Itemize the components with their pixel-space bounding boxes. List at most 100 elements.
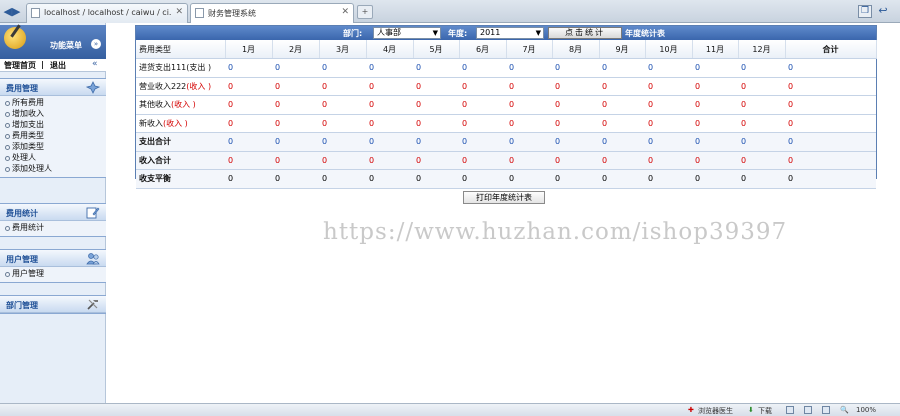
menu-group-title: 费用统计 <box>6 209 38 218</box>
sound-icon[interactable] <box>822 406 830 414</box>
value-cell: 0 <box>319 169 366 189</box>
value-cell: 0 <box>272 58 319 78</box>
browser-doctor-link[interactable]: 浏览器医生 <box>698 406 733 416</box>
column-header: 12月 <box>738 40 786 59</box>
menu-item-add-income[interactable]: 增加收入 <box>0 108 106 119</box>
collapse-menu-icon[interactable]: » <box>91 39 101 49</box>
menu-item-expense-types[interactable]: 费用类型 <box>0 130 106 141</box>
year-select[interactable]: 2011 ▼ <box>476 27 544 39</box>
browser-tab-title: localhost / localhost / caiwu / ci... <box>44 8 172 17</box>
browser-tab-localhost[interactable]: localhost / localhost / caiwu / ci... ✕ <box>26 3 188 23</box>
value-cell: 0 <box>225 132 272 152</box>
table-row: 进货支出111(支出 ) 0 0 0 0 0 0 0 0 0 0 0 0 0 <box>136 58 876 78</box>
value-cell: 0 <box>785 151 876 170</box>
download-link[interactable]: 下载 <box>758 406 772 416</box>
print-annual-table-button[interactable]: 打印年度统计表 <box>463 191 545 204</box>
new-tab-button[interactable]: + <box>357 5 373 19</box>
menu-item-all-expenses[interactable]: 所有费用 <box>0 97 106 108</box>
value-cell: 0 <box>225 95 272 115</box>
browser-tab-bar: ◀▶ localhost / localhost / caiwu / ci...… <box>0 0 900 23</box>
expense-manage-icon <box>86 81 100 94</box>
value-cell: 0 <box>552 169 599 189</box>
value-cell: 0 <box>692 169 738 189</box>
value-cell: 0 <box>599 169 645 189</box>
value-cell: 0 <box>552 132 599 152</box>
close-tab-icon[interactable]: ✕ <box>175 7 183 17</box>
menu-group-header[interactable]: 部门管理 <box>0 296 106 313</box>
column-header: 2月 <box>272 40 320 59</box>
value-cell: 0 <box>413 132 459 152</box>
menu-group-users: 用户管理 用户管理 <box>0 249 106 283</box>
column-header: 4月 <box>366 40 414 59</box>
value-cell: 0 <box>506 114 552 133</box>
restore-window-icon[interactable]: ❐ <box>858 5 872 18</box>
table-row: 其他收入(收入 ) 0 0 0 0 0 0 0 0 0 0 0 0 0 <box>136 95 876 115</box>
value-cell: 0 <box>645 95 692 115</box>
category-name: 支出合计 <box>139 137 171 147</box>
collapse-left-icon[interactable]: « <box>92 59 98 69</box>
value-cell: 0 <box>692 151 738 170</box>
menu-group-expense: 费用管理 所有费用 增加收入 增加支出 费用类型 添加类型 处理人 添加处理人 <box>0 78 106 178</box>
column-header: 6月 <box>459 40 507 59</box>
menu-group-header[interactable]: 费用统计 <box>0 204 106 221</box>
logout-link[interactable]: 退出 <box>50 60 66 71</box>
year-label: 年度: <box>448 29 468 38</box>
back-arrow-icon[interactable]: ↩ <box>876 5 890 18</box>
value-cell: 0 <box>319 132 366 152</box>
menu-item-user-manage[interactable]: 用户管理 <box>0 268 106 279</box>
globe-icon[interactable] <box>786 406 794 414</box>
menu-item-handlers[interactable]: 处理人 <box>0 152 106 163</box>
menu-item-add-type[interactable]: 添加类型 <box>0 141 106 152</box>
value-cell: 0 <box>552 151 599 170</box>
row-category: 支出合计 <box>136 132 225 152</box>
zoom-level[interactable]: 100% <box>856 406 876 414</box>
value-cell: 0 <box>506 95 552 115</box>
column-header: 费用类型 <box>136 40 226 59</box>
download-arrow-icon: ⬇ <box>748 406 754 414</box>
value-cell: 0 <box>319 58 366 78</box>
category-name: 进货支出111 <box>139 63 187 73</box>
value-cell: 0 <box>506 169 552 189</box>
calculate-stats-button[interactable]: 点击统计 <box>548 27 622 39</box>
value-cell: 0 <box>413 95 459 115</box>
sidebar-title: 功能菜单 <box>50 41 82 50</box>
watermark-text: https://www.huzhan.com/ishop39397 <box>323 219 788 245</box>
value-cell: 0 <box>599 58 645 78</box>
value-cell: 0 <box>366 58 413 78</box>
value-cell: 0 <box>319 95 366 115</box>
value-cell: 0 <box>645 114 692 133</box>
value-cell: 0 <box>413 169 459 189</box>
department-label: 部门: <box>343 29 363 38</box>
value-cell: 0 <box>645 169 692 189</box>
menu-item-add-handler[interactable]: 添加处理人 <box>0 163 106 174</box>
menu-group-header[interactable]: 费用管理 <box>0 79 106 96</box>
broom-logo-icon <box>4 27 26 49</box>
value-cell: 0 <box>599 77 645 96</box>
browser-tab-finance[interactable]: 财务管理系统 ✕ <box>190 3 354 23</box>
value-cell: 0 <box>692 114 738 133</box>
value-cell: 0 <box>413 77 459 96</box>
screenshot-icon[interactable] <box>804 406 812 414</box>
sidebar-toggle-icon[interactable]: ◀▶ <box>3 3 21 20</box>
value-cell: 0 <box>272 151 319 170</box>
value-cell: 0 <box>272 114 319 133</box>
menu-item-expense-stats[interactable]: 费用统计 <box>0 222 106 233</box>
department-value: 人事部 <box>377 28 401 37</box>
menu-group-header[interactable]: 用户管理 <box>0 250 106 267</box>
value-cell: 0 <box>272 77 319 96</box>
home-link[interactable]: 管理首页 <box>4 60 36 71</box>
value-cell: 0 <box>459 114 506 133</box>
row-category: 收支平衡 <box>136 169 225 189</box>
close-tab-icon[interactable]: ✕ <box>341 7 349 17</box>
category-name: 新收入 <box>139 118 163 128</box>
department-select[interactable]: 人事部 ▼ <box>373 27 441 39</box>
value-cell: 0 <box>319 114 366 133</box>
value-cell: 0 <box>645 77 692 96</box>
category-name: 营业收入222 <box>139 81 187 91</box>
value-cell: 0 <box>413 151 459 170</box>
value-cell: 0 <box>552 58 599 78</box>
menu-item-add-expense[interactable]: 增加支出 <box>0 119 106 130</box>
value-cell: 0 <box>272 132 319 152</box>
row-category: 其他收入(收入 ) <box>136 95 225 115</box>
value-cell: 0 <box>645 132 692 152</box>
